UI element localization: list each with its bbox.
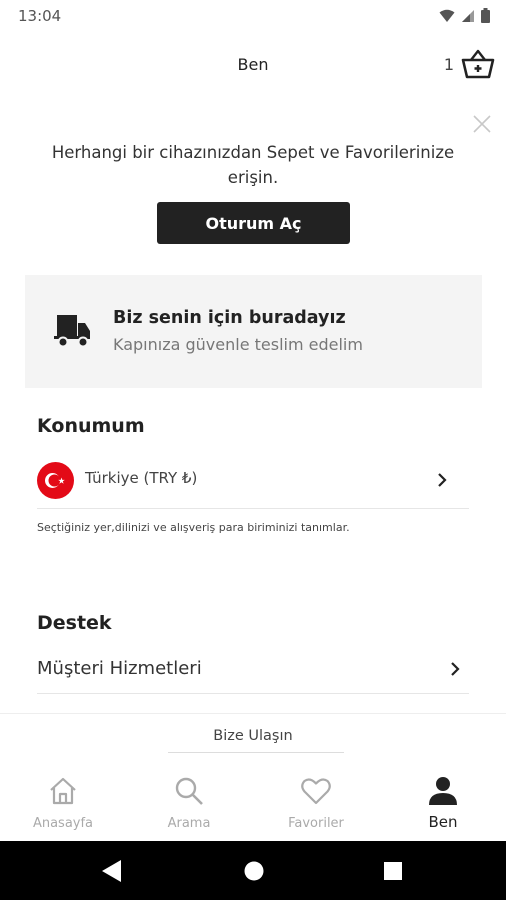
status-bar: 13:04 [0, 0, 506, 32]
delivery-promo-card: Biz senin için buradayız Kapınıza güvenl… [25, 275, 482, 388]
customer-service-row[interactable]: Müşteri Hizmetleri [37, 646, 469, 694]
recents-icon[interactable] [384, 862, 402, 880]
nav-label-favorites: Favoriler [288, 816, 344, 831]
home-button-icon[interactable] [244, 861, 264, 881]
nav-item-home[interactable]: Anasayfa [0, 763, 126, 841]
page-title: Ben [237, 55, 269, 74]
turkey-flag-icon [37, 462, 74, 499]
nav-label-search: Arama [167, 816, 211, 831]
customer-service-label: Müşteri Hizmetleri [37, 658, 202, 679]
nav-label-profile: Ben [428, 813, 458, 831]
user-icon [429, 777, 457, 805]
signin-message: Herhangi bir cihazınızdan Sepet ve Favor… [51, 143, 455, 187]
close-icon[interactable] [472, 114, 492, 134]
chevron-right-icon [451, 662, 460, 676]
chevron-right-icon [438, 473, 447, 487]
contact-us-link[interactable]: Bize Ulaşın [0, 728, 506, 744]
divider [168, 752, 344, 753]
signin-button[interactable]: Oturum Aç [157, 202, 350, 244]
cart-count-badge[interactable]: 1 [444, 55, 454, 74]
status-icons [439, 8, 490, 23]
basket-icon[interactable] [460, 48, 496, 80]
signal-icon [462, 9, 474, 22]
back-icon[interactable] [101, 860, 121, 882]
truck-icon [54, 315, 90, 348]
nav-item-profile[interactable]: Ben [380, 763, 506, 841]
nav-item-favorites[interactable]: Favoriler [253, 763, 379, 841]
app-header: Ben 1 [0, 40, 506, 92]
nav-item-search[interactable]: Arama [126, 763, 252, 841]
location-section-title: Konumum [37, 415, 145, 437]
search-icon [175, 777, 203, 805]
location-row[interactable]: Türkiye (TRY ₺) [37, 457, 469, 509]
location-label: Türkiye (TRY ₺) [85, 469, 198, 487]
bottom-nav: Anasayfa Arama Favoriler Ben [0, 763, 506, 841]
home-icon [50, 777, 76, 805]
nav-label-home: Anasayfa [32, 816, 94, 831]
heart-icon [301, 778, 331, 805]
wifi-icon [439, 9, 455, 22]
contact-strip: Bize Ulaşın [0, 713, 506, 763]
support-section-title: Destek [37, 612, 112, 634]
promo-title: Biz senin için buradayız [113, 308, 346, 328]
location-hint: Seçtiğiniz yer,dilinizi ve alışveriş par… [37, 521, 350, 534]
system-nav-bar [0, 841, 506, 900]
promo-subtitle: Kapınıza güvenle teslim edelim [113, 335, 363, 354]
battery-icon [481, 8, 490, 23]
status-time: 13:04 [18, 7, 62, 25]
